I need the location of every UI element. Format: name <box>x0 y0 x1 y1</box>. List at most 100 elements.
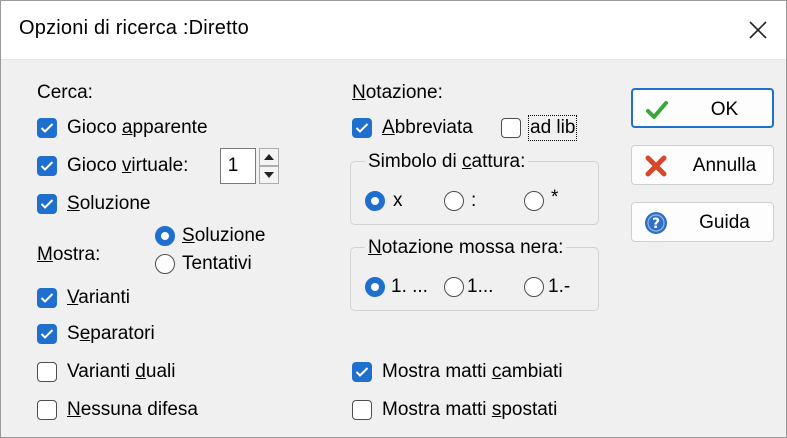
label-part: ambiati <box>501 361 563 382</box>
label-part: arianti <box>78 287 131 308</box>
soluzione-label[interactable]: Soluzione <box>67 193 150 215</box>
label-part: essuna difesa <box>80 399 198 420</box>
abbreviata-checkbox[interactable] <box>352 118 372 138</box>
accelerator-key: c <box>462 151 472 172</box>
gioco-virtuale-label[interactable]: Gioco virtuale: <box>67 155 188 177</box>
accelerator-key: S <box>67 193 80 214</box>
label-part: otazione: <box>365 82 443 103</box>
gioco-apparente-label[interactable]: Gioco apparente <box>67 117 208 139</box>
spin-up-button[interactable] <box>259 148 279 166</box>
accelerator-key: c <box>491 361 502 382</box>
label-part: Simbolo di <box>368 151 462 172</box>
label-part: uali <box>145 361 176 382</box>
close-icon <box>749 21 767 39</box>
spinbox-value: 1 <box>227 155 239 176</box>
mostra-matti-spostati-checkbox[interactable] <box>352 400 372 420</box>
arrow-up-icon <box>264 154 274 160</box>
red-x-icon <box>645 155 667 177</box>
nera-dots-radio[interactable] <box>365 277 385 297</box>
label-part: pparente <box>132 117 208 138</box>
cattura-colon-label[interactable]: : <box>471 190 476 212</box>
label-part: bbreviata <box>394 117 473 138</box>
guida-button[interactable]: ? Guida <box>631 202 774 242</box>
title-bar: Opzioni di ricerca :Diretto <box>1 1 786 60</box>
label-part: Mostra matti <box>382 361 492 382</box>
varianti-duali-checkbox[interactable] <box>37 362 57 382</box>
ok-button[interactable]: OK <box>631 88 774 128</box>
gioco-virtuale-checkbox[interactable] <box>37 156 57 176</box>
arrow-down-icon <box>264 172 274 178</box>
nera-dash-label[interactable]: 1.- <box>548 276 570 298</box>
svg-text:?: ? <box>652 216 660 232</box>
label-part: Gioco <box>67 117 122 138</box>
accelerator-key: N <box>352 82 366 103</box>
mostra-matti-cambiati-label[interactable]: Mostra matti cambiati <box>382 361 563 383</box>
mostra-soluzione-label[interactable]: Soluzione <box>182 225 265 247</box>
annulla-button-label: Annulla <box>692 155 757 176</box>
label-part: ostra: <box>52 244 101 265</box>
cerca-label: Cerca: <box>37 82 93 103</box>
separatori-label[interactable]: Separatori <box>67 323 155 345</box>
nera-ellipsis-radio[interactable] <box>444 277 464 297</box>
soluzione-checkbox[interactable] <box>37 194 57 214</box>
accelerator-key: V <box>67 287 79 308</box>
mostra-label: Mostra: <box>37 244 100 266</box>
gioco-virtuale-spinbox[interactable]: 1 <box>220 148 256 184</box>
cattura-star-radio[interactable] <box>524 191 544 211</box>
ok-button-label: OK <box>710 99 739 120</box>
cattura-colon-radio[interactable] <box>444 191 464 211</box>
nera-dots-label[interactable]: 1. ... <box>391 276 428 298</box>
mostra-tentativi-label[interactable]: Tentativi <box>182 253 252 275</box>
simbolo-cattura-label: Simbolo di cattura: <box>365 151 529 173</box>
ad-lib-checkbox[interactable] <box>501 118 521 138</box>
nera-ellipsis-label[interactable]: 1... <box>467 276 493 298</box>
accelerator-key: N <box>67 399 81 420</box>
varianti-checkbox[interactable] <box>37 288 57 308</box>
gioco-apparente-checkbox[interactable] <box>37 118 57 138</box>
cattura-star-label[interactable]: * <box>551 187 558 209</box>
mostra-soluzione-radio[interactable] <box>155 226 175 246</box>
nessuna-difesa-label[interactable]: Nessuna difesa <box>67 399 198 421</box>
accelerator-key: N <box>368 237 382 258</box>
cattura-x-radio[interactable] <box>365 191 385 211</box>
help-icon: ? <box>645 212 667 234</box>
label-part: Gioco <box>67 155 122 176</box>
accelerator-key: s <box>491 399 502 420</box>
nessuna-difesa-checkbox[interactable] <box>37 400 57 420</box>
notazione-nera-label: Notazione mossa nera: <box>365 237 567 259</box>
notazione-label: Notazione: <box>352 82 443 104</box>
accelerator-key: S <box>182 225 195 246</box>
accelerator-key: d <box>135 361 146 382</box>
label-part: oluzione <box>79 193 151 214</box>
label-part: Mostra matti <box>382 399 492 420</box>
accelerator-key: A <box>382 117 395 138</box>
mostra-matti-spostati-label[interactable]: Mostra matti spostati <box>382 399 557 421</box>
label-part: postati <box>501 399 558 420</box>
label-part: attura: <box>471 151 526 172</box>
cattura-x-label[interactable]: x <box>393 190 403 212</box>
label-part: oluzione <box>194 225 266 246</box>
abbreviata-label[interactable]: Abbreviata <box>382 117 473 139</box>
checkmark-icon <box>646 101 668 119</box>
mostra-matti-cambiati-checkbox[interactable] <box>352 362 372 382</box>
close-button[interactable] <box>730 1 786 59</box>
varianti-duali-label[interactable]: Varianti duali <box>67 361 175 383</box>
accelerator-key: e <box>79 323 91 344</box>
nera-dash-radio[interactable] <box>524 277 544 297</box>
mostra-tentativi-radio[interactable] <box>155 254 175 274</box>
label-part: paratori <box>90 323 155 344</box>
guida-button-label: Guida <box>699 212 750 233</box>
label-part: S <box>67 323 80 344</box>
dialog-title: Opzioni di ricerca :Diretto <box>19 17 249 39</box>
accelerator-key: a <box>121 117 133 138</box>
separatori-checkbox[interactable] <box>37 324 57 344</box>
ad-lib-label[interactable]: ad lib <box>527 115 578 141</box>
spin-down-button[interactable] <box>259 166 279 184</box>
dialog-window: Opzioni di ricerca :Diretto Cerca: Gioco… <box>0 0 787 438</box>
label-part: otazione mossa nera: <box>381 237 564 258</box>
label-part: Varianti <box>67 361 136 382</box>
varianti-label[interactable]: Varianti <box>67 287 130 309</box>
label-part: irtuale: <box>131 155 189 176</box>
accelerator-key: v <box>121 155 132 176</box>
annulla-button[interactable]: Annulla <box>631 145 774 185</box>
